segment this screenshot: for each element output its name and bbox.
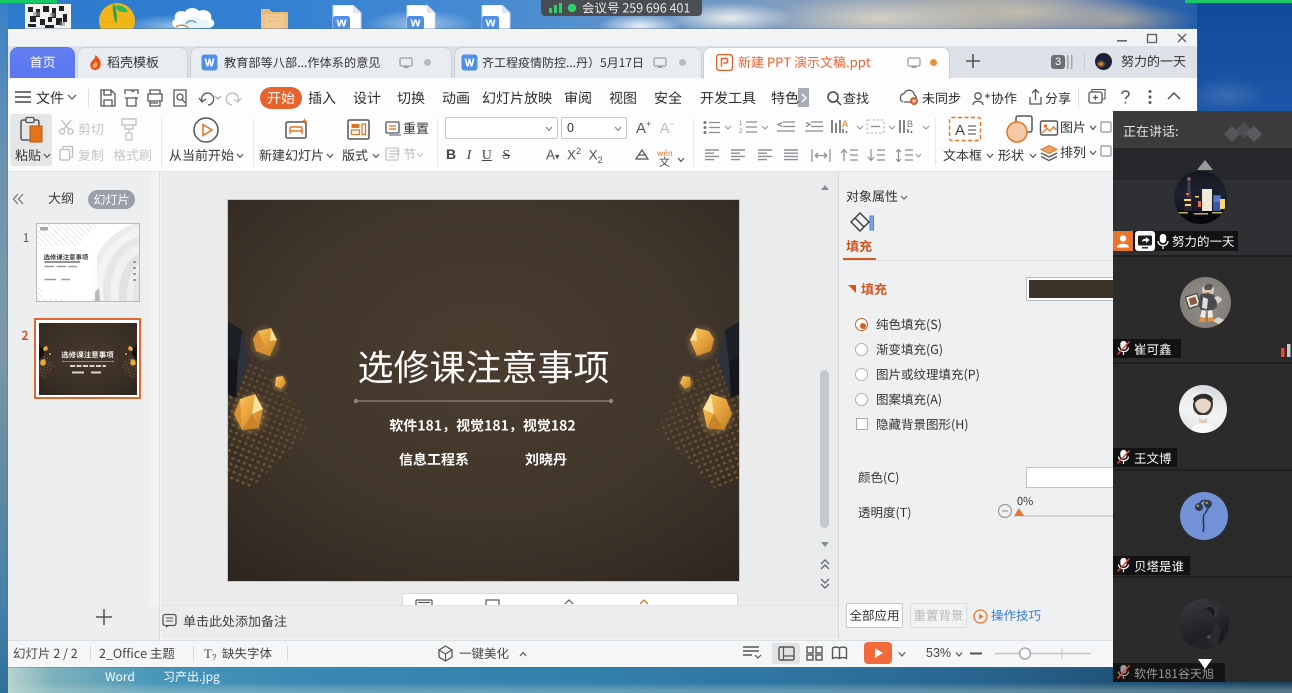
- svg-text:?: ?: [212, 653, 217, 661]
- svg-text:A: A: [955, 122, 965, 139]
- svg-text:1: 1: [739, 121, 743, 127]
- svg-text:T: T: [204, 646, 212, 661]
- svg-text:B: B: [907, 119, 913, 129]
- svg-text:2: 2: [739, 129, 743, 134]
- svg-text:A: A: [842, 119, 848, 129]
